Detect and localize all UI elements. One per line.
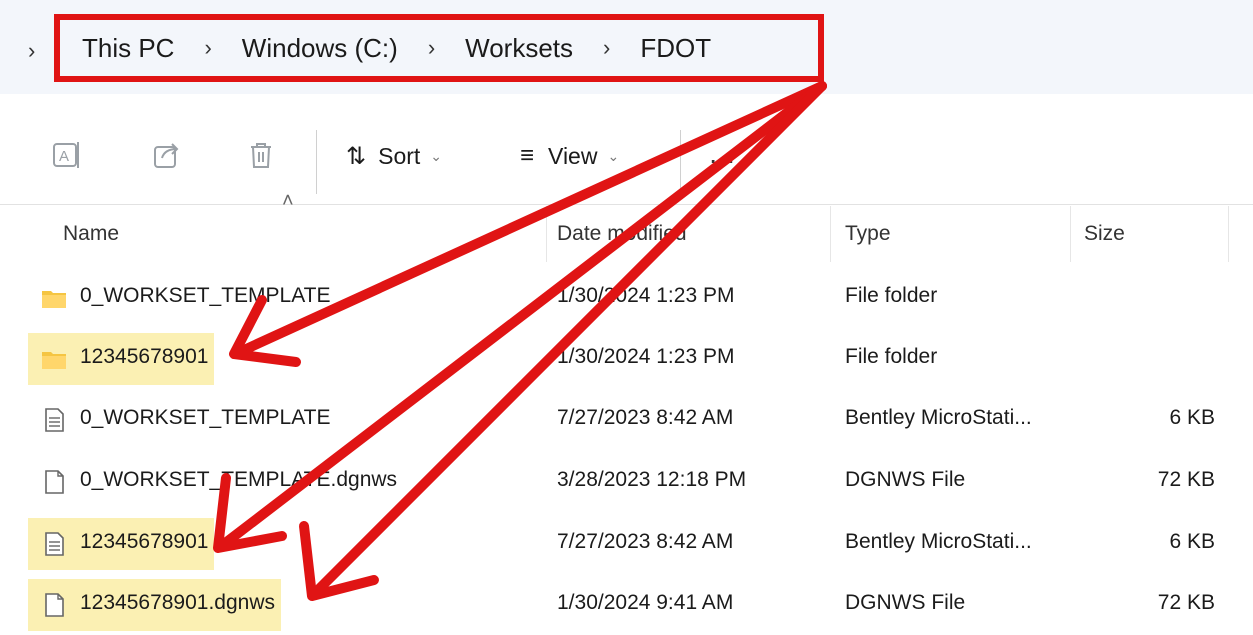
view-icon: ≡	[520, 142, 535, 169]
file-name: 0_WORKSET_TEMPLATE.dgnws	[80, 468, 398, 491]
file-name: 0_WORKSET_TEMPLATE	[80, 406, 331, 429]
column-divider[interactable]	[1070, 206, 1071, 262]
column-header-date[interactable]: Date modified	[557, 222, 687, 246]
sort-ascending-icon: ˄	[282, 190, 294, 212]
sort-label: Sort	[378, 142, 421, 169]
breadcrumb-windows-c[interactable]: Windows (C:)	[242, 33, 398, 64]
file-type: DGNWS File	[845, 591, 966, 614]
file-type: Bentley MicroStati...	[845, 406, 1032, 429]
file-size: 72 KB	[1157, 468, 1215, 491]
address-expand-chevron-icon[interactable]: ›	[28, 38, 35, 64]
toolbar-separator	[0, 204, 1253, 205]
column-header-size[interactable]: Size	[1084, 222, 1125, 246]
file-type: DGNWS File	[845, 468, 966, 491]
delete-icon[interactable]	[244, 138, 278, 172]
file-row[interactable]: 0_WORKSET_TEMPLATE 7/27/2023 8:42 AM Ben…	[0, 390, 1253, 450]
blank-file-icon	[45, 593, 64, 617]
toolbar-divider	[316, 130, 317, 194]
column-header-type[interactable]: Type	[845, 222, 891, 246]
breadcrumb-separator-icon[interactable]: ›	[204, 35, 211, 61]
column-divider[interactable]	[1228, 206, 1229, 262]
file-name: 12345678901	[80, 530, 209, 553]
file-name: 0_WORKSET_TEMPLATE	[80, 284, 331, 307]
file-row[interactable]: 12345678901 7/27/2023 8:42 AM Bentley Mi…	[0, 514, 1253, 574]
blank-file-icon	[45, 470, 64, 494]
file-type: File folder	[845, 345, 938, 368]
file-date: 1/30/2024 1:23 PM	[557, 345, 735, 368]
file-date: 7/27/2023 8:42 AM	[557, 406, 734, 429]
file-size: 6 KB	[1169, 406, 1215, 429]
file-date: 1/30/2024 9:41 AM	[557, 591, 734, 614]
breadcrumb: This PC › Windows (C:) › Worksets › FDOT	[54, 14, 824, 82]
file-type: Bentley MicroStati...	[845, 530, 1032, 553]
share-icon[interactable]	[150, 138, 184, 172]
file-row[interactable]: 0_WORKSET_TEMPLATE.dgnws 3/28/2023 12:18…	[0, 452, 1253, 512]
chevron-down-icon: ⌄	[430, 147, 443, 164]
breadcrumb-separator-icon[interactable]: ›	[428, 35, 435, 61]
file-name: 12345678901.dgnws	[80, 591, 276, 614]
sort-button[interactable]: ⇅ Sort ⌄	[346, 136, 442, 176]
file-date: 1/30/2024 1:23 PM	[557, 284, 735, 307]
document-icon	[45, 532, 64, 556]
file-row[interactable]: 12345678901 1/30/2024 1:23 PM File folde…	[0, 329, 1253, 389]
view-label: View	[548, 142, 598, 169]
document-icon	[45, 408, 64, 432]
column-header-name[interactable]: Name	[63, 222, 119, 246]
chevron-down-icon: ⌄	[607, 147, 620, 164]
breadcrumb-separator-icon[interactable]: ›	[603, 35, 610, 61]
folder-icon	[42, 352, 66, 369]
file-row[interactable]: 0_WORKSET_TEMPLATE 1/30/2024 1:23 PM Fil…	[0, 268, 1253, 328]
rename-icon[interactable]: A	[50, 138, 84, 172]
toolbar-divider	[680, 130, 681, 194]
breadcrumb-this-pc[interactable]: This PC	[82, 33, 174, 64]
file-size: 72 KB	[1157, 591, 1215, 614]
view-button[interactable]: ≡ View ⌄	[520, 136, 619, 176]
column-divider[interactable]	[546, 206, 547, 262]
folder-icon	[42, 291, 66, 308]
column-divider[interactable]	[830, 206, 831, 262]
more-options-button[interactable]: …	[708, 138, 738, 170]
breadcrumb-fdot[interactable]: FDOT	[640, 33, 711, 64]
breadcrumb-worksets[interactable]: Worksets	[465, 33, 573, 64]
file-name: 12345678901	[80, 345, 209, 368]
file-date: 7/27/2023 8:42 AM	[557, 530, 734, 553]
file-size: 6 KB	[1169, 530, 1215, 553]
file-type: File folder	[845, 284, 938, 307]
svg-text:A: A	[59, 148, 69, 165]
command-bar: A ⇅ Sort ⌄ ≡ View ⌄ …	[0, 110, 1253, 200]
sort-icon: ⇅	[346, 142, 367, 170]
file-row[interactable]: 12345678901.dgnws 1/30/2024 9:41 AM DGNW…	[0, 575, 1253, 635]
file-date: 3/28/2023 12:18 PM	[557, 468, 747, 491]
